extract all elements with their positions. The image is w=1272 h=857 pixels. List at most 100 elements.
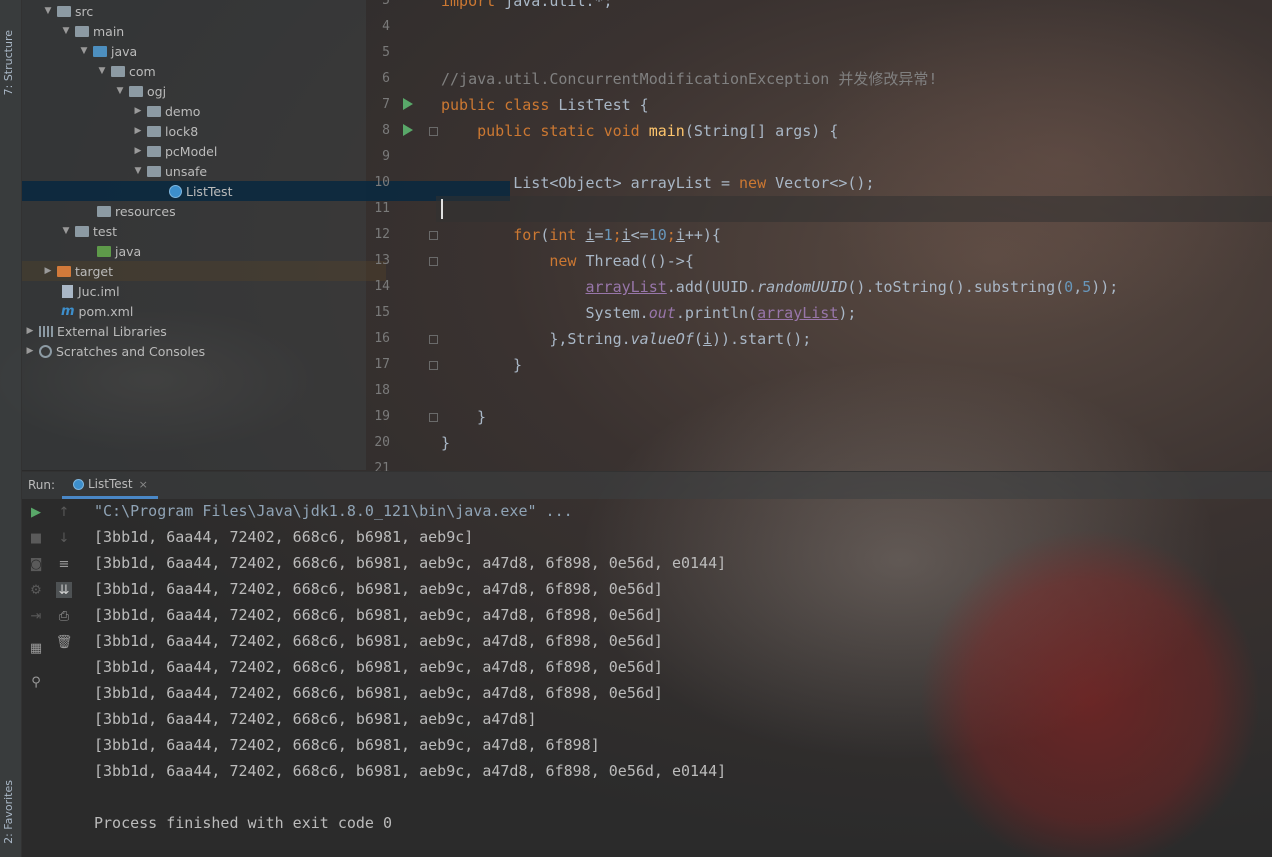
tool-window-strip: 7: Structure 2: Favorites (0, 0, 22, 857)
tree-item-label: src (75, 3, 94, 19)
camera-icon[interactable]: ◙ (28, 556, 44, 572)
tree-item-java[interactable]: ▼ java (22, 41, 422, 61)
java-class-icon (73, 478, 84, 490)
chevron-right-icon[interactable]: ▶ (132, 106, 144, 116)
chevron-right-icon[interactable]: ▶ (132, 146, 144, 156)
current-line-highlight (436, 196, 1272, 222)
chevron-right-icon[interactable]: ▶ (24, 346, 36, 356)
package-icon (129, 85, 143, 97)
arrow-down-icon[interactable]: ↓ (56, 530, 72, 546)
code-line-12[interactable]: for(int i=1;i<=10;i++){ (441, 222, 721, 248)
console-line: [3bb1d, 6aa44, 72402, 668c6, b6981, aeb9… (94, 710, 537, 728)
tree-item-label: unsafe (165, 163, 208, 179)
editor-gutter[interactable]: 5 4 5 6 7 8 9 10 11 12 13 14 15 16 17 18… (366, 0, 438, 476)
code-editor[interactable]: import java.util.*; //java.util.Concurre… (436, 0, 1272, 470)
chevron-down-icon[interactable]: ▼ (114, 86, 126, 96)
scratches-icon (39, 344, 52, 358)
tree-item-label: External Libraries (57, 323, 167, 339)
favorites-tab[interactable]: 2: Favorites (2, 780, 15, 844)
tree-item-label: pcModel (165, 143, 218, 159)
tree-item-test[interactable]: ▼ test (22, 221, 404, 241)
code-line-10[interactable]: List<Object> arrayList = new Vector<>(); (441, 170, 874, 196)
chevron-down-icon[interactable]: ▼ (96, 66, 108, 76)
chevron-right-icon[interactable]: ▶ (132, 126, 144, 136)
line-number: 17 (374, 357, 390, 372)
code-line-13[interactable]: new Thread(()->{ (441, 248, 694, 274)
scroll-to-end-icon[interactable]: ⇊ (56, 582, 72, 598)
tree-item-label: pom.xml (78, 303, 134, 319)
print-icon[interactable]: ⎙ (56, 608, 72, 624)
chevron-down-icon[interactable]: ▼ (78, 46, 90, 56)
close-icon[interactable]: × (139, 478, 148, 491)
code-line-7[interactable]: public class ListTest { (441, 92, 649, 118)
iml-file-icon (62, 284, 73, 298)
code-line-20[interactable]: } (441, 430, 450, 456)
console-output[interactable]: "C:\Program Files\Java\jdk1.8.0_121\bin\… (94, 498, 1254, 836)
run-class-icon[interactable] (403, 98, 413, 110)
tree-item-src[interactable]: ▼ src (22, 1, 386, 21)
line-number: 19 (374, 409, 390, 424)
console-line: [3bb1d, 6aa44, 72402, 668c6, b6981, aeb9… (94, 736, 600, 754)
tree-item-juc-iml[interactable]: Juc.iml (22, 281, 402, 301)
line-number: 13 (374, 253, 390, 268)
tree-item-label: resources (115, 203, 176, 219)
line-number: 5 (382, 45, 390, 60)
console-line: [3bb1d, 6aa44, 72402, 668c6, b6981, aeb9… (94, 580, 663, 598)
arrow-up-icon[interactable]: ↑ (56, 504, 72, 520)
console-line: [3bb1d, 6aa44, 72402, 668c6, b6981, aeb9… (94, 554, 727, 572)
chevron-right-icon[interactable]: ▶ (42, 266, 54, 276)
console-line: [3bb1d, 6aa44, 72402, 668c6, b6981, aeb9… (94, 762, 727, 780)
code-line-15[interactable]: System.out.println(arrayList); (441, 300, 857, 326)
run-toolbar: ▶ ↑ ■ ↓ ◙ ≡ ⚙ ⇊ ⇥ ⎙ 🗑 ▦ ⚲ (22, 498, 79, 857)
tree-item-label: ListTest (186, 183, 233, 199)
code-line-8[interactable]: public static void main(String[] args) { (441, 118, 838, 144)
trash-icon[interactable]: 🗑 (56, 634, 73, 650)
tree-item-scratches[interactable]: ▶ Scratches and Consoles (22, 341, 368, 361)
code-line-16[interactable]: },String.valueOf(i)).start(); (441, 326, 811, 352)
settings-icon[interactable]: ⚙ (28, 582, 44, 598)
tree-item-label: java (115, 243, 142, 259)
line-number: 8 (382, 123, 390, 138)
exit-icon[interactable]: ⇥ (28, 608, 44, 624)
tree-item-main[interactable]: ▼ main (22, 21, 404, 41)
rerun-icon[interactable]: ▶ (28, 504, 44, 520)
tree-item-target[interactable]: ▶ target (22, 261, 386, 281)
chevron-down-icon[interactable]: ▼ (42, 6, 54, 16)
package-icon (147, 145, 161, 157)
structure-tab[interactable]: 7: Structure (2, 30, 15, 95)
line-number: 15 (374, 305, 390, 320)
pin-icon[interactable]: ⚲ (28, 674, 44, 690)
code-line-14[interactable]: arrayList.add(UUID.randomUUID().toString… (441, 274, 1119, 300)
tree-item-label: Juc.iml (78, 283, 120, 299)
text-caret (441, 199, 443, 219)
console-line: Process finished with exit code 0 (94, 814, 393, 832)
run-panel-header: Run: ListTest × (22, 471, 1272, 499)
chevron-down-icon[interactable]: ▼ (132, 166, 144, 176)
tree-item-label: ogj (147, 83, 167, 99)
layout-icon[interactable]: ▦ (28, 640, 44, 656)
chevron-down-icon[interactable]: ▼ (60, 26, 72, 36)
code-line-5[interactable]: import java.util.*; (441, 0, 613, 14)
folder-icon (75, 225, 89, 237)
run-tab-listtest[interactable]: ListTest × (62, 472, 158, 499)
chevron-down-icon[interactable]: ▼ (60, 226, 72, 236)
run-main-icon[interactable] (403, 124, 413, 136)
stop-icon[interactable]: ■ (28, 530, 44, 546)
console-line: [3bb1d, 6aa44, 72402, 668c6, b6981, aeb9… (94, 528, 474, 546)
tree-item-label: com (129, 63, 156, 79)
line-number: 16 (374, 331, 390, 346)
chevron-right-icon[interactable]: ▶ (24, 326, 36, 336)
code-line-17[interactable]: } (513, 352, 522, 378)
code-line-19[interactable]: } (477, 404, 486, 430)
package-icon (147, 125, 161, 137)
code-line-6[interactable]: //java.util.ConcurrentModificationExcept… (441, 66, 937, 92)
source-folder-icon (93, 45, 107, 57)
tree-item-label: test (93, 223, 118, 239)
run-label: Run: (28, 478, 56, 492)
line-number: 10 (374, 175, 390, 190)
tree-item-external-libraries[interactable]: ▶ External Libraries (22, 321, 368, 341)
soft-wrap-icon[interactable]: ≡ (56, 556, 72, 572)
console-line: [3bb1d, 6aa44, 72402, 668c6, b6981, aeb9… (94, 632, 663, 650)
tree-item-pom-xml[interactable]: m pom.xml (22, 301, 402, 321)
